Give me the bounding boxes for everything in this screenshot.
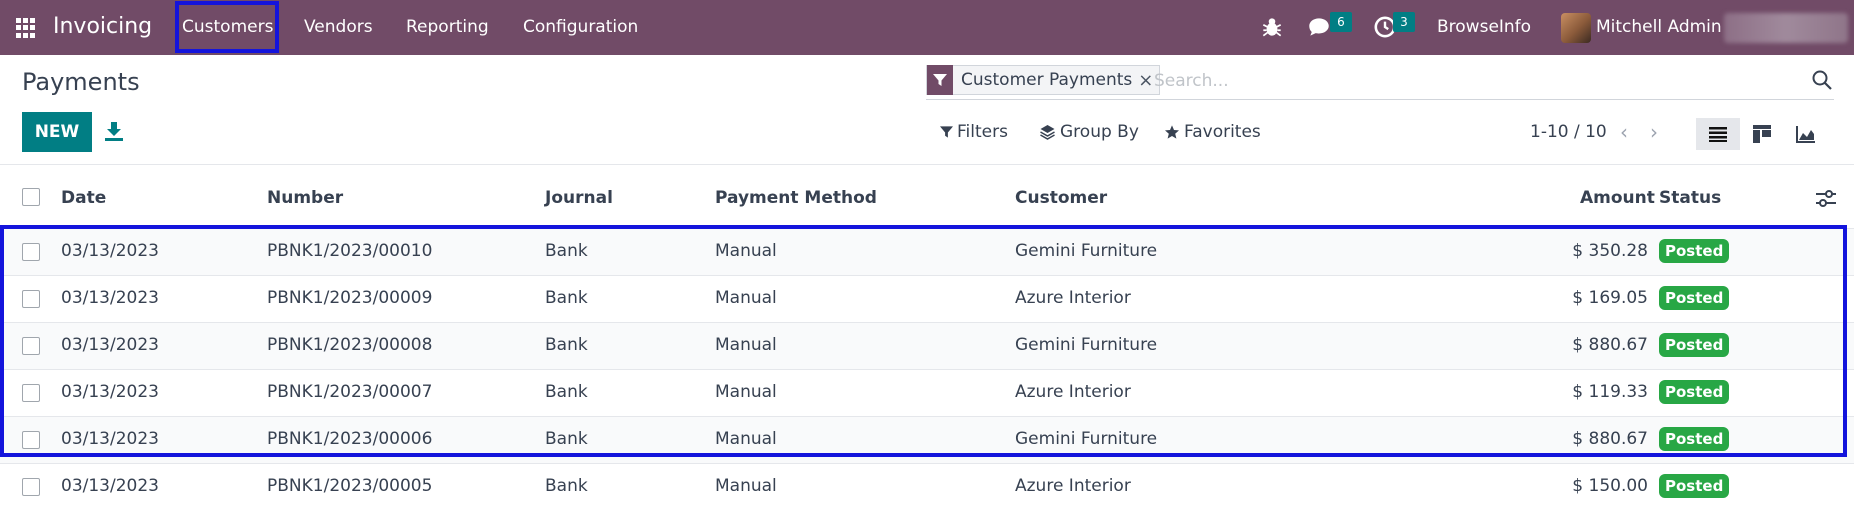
pager-next-icon[interactable]: ›	[1650, 120, 1658, 144]
cell-date: 03/13/2023	[61, 476, 159, 496]
pager-value[interactable]: 1-10 / 10	[1530, 122, 1607, 142]
activities-count-badge: 3	[1393, 12, 1415, 32]
blurred-region	[1724, 13, 1848, 43]
facet-label: Customer Payments	[961, 70, 1133, 90]
star-icon	[1165, 125, 1179, 139]
cell-journal: Bank	[545, 476, 588, 496]
layers-icon	[1040, 125, 1055, 140]
search-icon[interactable]	[1810, 68, 1834, 92]
kanban-view-icon	[1753, 125, 1771, 143]
select-all-checkbox[interactable]	[22, 188, 40, 206]
cell-customer: Azure Interior	[1015, 476, 1131, 496]
messages-icon[interactable]	[1306, 14, 1332, 40]
groupby-button[interactable]: Group By	[1039, 122, 1139, 142]
pager-prev-icon[interactable]: ‹	[1620, 120, 1628, 144]
status-badge: Posted	[1659, 474, 1730, 498]
rows-highlight-box	[0, 225, 1847, 457]
app-name[interactable]: Invoicing	[53, 14, 152, 39]
list-view-button[interactable]	[1696, 118, 1740, 150]
list-view-icon	[1709, 127, 1727, 142]
graph-view-button[interactable]	[1784, 118, 1828, 150]
cell-amount: $ 150.00	[1572, 476, 1648, 496]
cell-number: PBNK1/2023/00005	[267, 476, 433, 496]
search-facet: Customer Payments ×	[926, 65, 1161, 95]
area-chart-icon	[1796, 126, 1815, 143]
filter-facet-icon	[927, 65, 953, 95]
filters-label: Filters	[957, 122, 1008, 142]
apps-grid-icon[interactable]	[16, 18, 36, 38]
header-status[interactable]: Status	[1659, 188, 1721, 208]
filter-icon	[940, 126, 953, 138]
download-icon[interactable]	[104, 120, 124, 142]
user-avatar[interactable]	[1561, 13, 1591, 43]
table-row[interactable]: 03/13/2023 PBNK1/2023/00005 Bank Manual …	[0, 463, 1854, 510]
bug-icon[interactable]	[1259, 14, 1285, 40]
company-switcher[interactable]: BrowseInfo	[1437, 17, 1531, 37]
search-input[interactable]: Search...	[1154, 71, 1229, 91]
kanban-view-button[interactable]	[1740, 118, 1784, 150]
header-journal[interactable]: Journal	[545, 188, 613, 208]
menu-vendors[interactable]: Vendors	[304, 17, 373, 37]
control-panel-divider	[0, 164, 1854, 165]
page-title[interactable]: Payments	[22, 68, 140, 96]
search-bar[interactable]: Customer Payments × Search...	[926, 62, 1834, 100]
customers-menu-highlight	[175, 1, 279, 53]
row-checkbox[interactable]	[22, 478, 40, 496]
new-button[interactable]: NEW	[22, 112, 92, 152]
top-navbar: Invoicing Customers Vendors Reporting Co…	[0, 0, 1854, 55]
favorites-button[interactable]: Favorites	[1164, 122, 1261, 142]
user-menu[interactable]: Mitchell Admin	[1596, 17, 1722, 37]
header-number[interactable]: Number	[267, 188, 343, 208]
cell-payment-method: Manual	[715, 476, 777, 496]
groupby-label: Group By	[1060, 122, 1139, 142]
column-settings-icon[interactable]	[1815, 188, 1837, 210]
menu-configuration[interactable]: Configuration	[523, 17, 638, 37]
header-date[interactable]: Date	[61, 188, 106, 208]
favorites-label: Favorites	[1184, 122, 1261, 142]
header-amount[interactable]: Amount	[1580, 188, 1655, 208]
table-header: Date Number Journal Payment Method Custo…	[0, 178, 1854, 218]
header-payment-method[interactable]: Payment Method	[715, 188, 877, 208]
filters-button[interactable]: Filters	[940, 122, 1008, 142]
messages-count-badge: 6	[1330, 12, 1352, 32]
header-customer[interactable]: Customer	[1015, 188, 1107, 208]
menu-reporting[interactable]: Reporting	[406, 17, 489, 37]
